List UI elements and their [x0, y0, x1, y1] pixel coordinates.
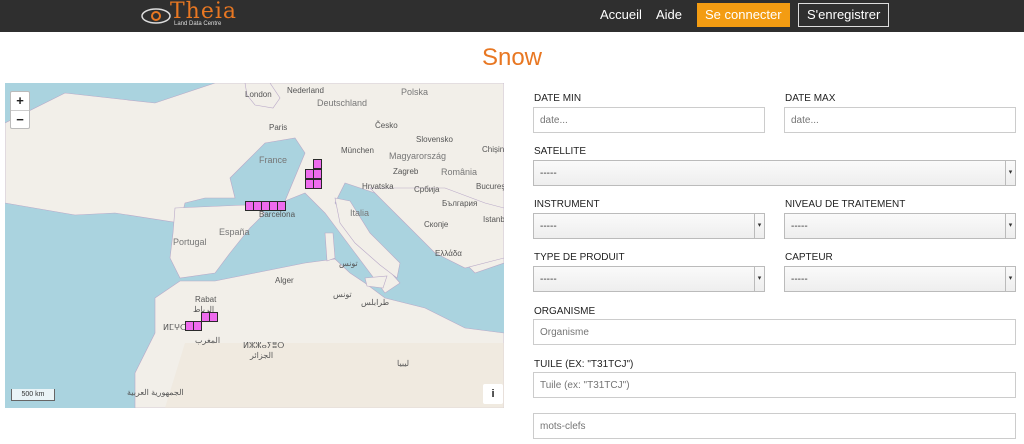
date-max-input[interactable] [784, 107, 1016, 133]
map-label-munchen: München [341, 146, 374, 155]
register-button[interactable]: S'enregistrer [798, 3, 890, 27]
map-label-alger: Alger [275, 276, 294, 285]
map-tile[interactable] [277, 201, 286, 211]
map-label-romania: România [441, 167, 478, 177]
organisme-input[interactable] [533, 319, 1016, 345]
tuile-input[interactable] [533, 372, 1016, 398]
map-label-barcelona: Barcelona [259, 210, 296, 219]
type-produit-value: ----- [540, 274, 557, 285]
map-tile[interactable] [193, 321, 202, 331]
map-info-button[interactable]: i [483, 384, 503, 404]
map-label-rabat: Rabat [195, 295, 217, 304]
organisme-label: ORGANISME [534, 306, 596, 317]
page-title: Snow [481, 44, 543, 71]
satellite-select[interactable]: ----- ▾ [533, 160, 1016, 186]
map-tile[interactable] [313, 179, 322, 189]
niveau-select[interactable]: ----- ▾ [784, 213, 1016, 239]
zoom-in-button[interactable]: + [11, 92, 29, 110]
tuile-label: TUILE (EX: "T31TCJ") [534, 359, 634, 370]
map-label-cesko: Česko [375, 121, 398, 130]
zoom-control: + − [10, 91, 30, 129]
satellite-label: SATELLITE [534, 146, 587, 157]
top-navbar: Theia Land Data Centre Accueil Aide Se c… [0, 0, 1024, 32]
chevron-down-icon: ▾ [754, 267, 764, 291]
type-produit-label: TYPE DE PRODUIT [534, 252, 625, 263]
map-label-srbija: Србија [414, 185, 440, 194]
capteur-label: CAPTEUR [785, 252, 833, 263]
map-label-algeria-ar: الجزائر [250, 351, 274, 360]
map-label-zagreb: Zagreb [393, 167, 419, 176]
instrument-select[interactable]: ----- ▾ [533, 213, 765, 239]
map-label-polska: Polska [401, 87, 429, 97]
chevron-down-icon: ▾ [1005, 267, 1015, 291]
map-label-ellada: Ελλάδα [435, 249, 462, 258]
map-label-skopje: Скопје [424, 220, 449, 229]
map-label-paris: Paris [269, 123, 288, 132]
map-label-libya: ليبيا [397, 359, 410, 368]
map-label-almaghrib: المغرب [195, 336, 221, 345]
mots-clefs-input[interactable] [533, 413, 1016, 439]
zoom-out-button[interactable]: − [11, 110, 29, 128]
map-label-slovensko: Slovensko [416, 135, 453, 144]
chevron-down-icon: ▾ [1005, 214, 1015, 238]
chevron-down-icon: ▾ [1005, 161, 1015, 185]
date-min-label: DATE MIN [534, 93, 582, 104]
map-label-london: London [245, 90, 272, 99]
map-label-magyarorszag: Magyarország [389, 151, 447, 161]
map-label-tarabulus: طرابلس [361, 298, 390, 307]
date-max-label: DATE MAX [785, 93, 836, 104]
niveau-label: NIVEAU DE TRAITEMENT [785, 199, 906, 210]
type-produit-select[interactable]: ----- ▾ [533, 266, 765, 292]
map-label-sahara: الجمهورية العربية [127, 388, 184, 397]
map-label-nederland: Nederland [287, 86, 324, 95]
eye-logo-icon [141, 8, 171, 24]
map-view[interactable]: Nederland London Polska Deutschland Česk… [5, 83, 504, 408]
map-tile[interactable] [209, 312, 218, 322]
map-tile[interactable] [313, 159, 322, 169]
instrument-value: ----- [540, 221, 557, 232]
instrument-label: INSTRUMENT [534, 199, 600, 210]
connect-button[interactable]: Se connecter [697, 3, 790, 27]
theia-logo[interactable]: Theia Land Data Centre [140, 0, 240, 30]
map-label-chisinau: Chișinău [482, 145, 504, 154]
niveau-value: ----- [791, 221, 808, 232]
date-min-input[interactable] [533, 107, 765, 133]
map-label-istanbul: Istanbul [483, 215, 504, 224]
map-label-algeria-tif: ⵍⵣⵣⴰⵢⴻⵔ [243, 341, 285, 350]
map-label-tunis2: تونس [333, 290, 352, 299]
map-label-france: France [259, 155, 288, 165]
satellite-value: ----- [540, 168, 557, 179]
nav-aide[interactable]: Aide [656, 7, 682, 22]
map-label-italia: Italia [350, 208, 370, 218]
nav-accueil[interactable]: Accueil [600, 7, 642, 22]
map-tile[interactable] [313, 169, 322, 179]
map-label-bulgaria: България [442, 199, 478, 208]
chevron-down-icon: ▾ [754, 214, 764, 238]
capteur-select[interactable]: ----- ▾ [784, 266, 1016, 292]
map-label-portugal: Portugal [173, 237, 207, 247]
capteur-value: ----- [791, 274, 808, 285]
map-scale-bar: 500 km [11, 389, 55, 401]
map-label-tunis: تونس [339, 259, 358, 268]
map-label-deutschland: Deutschland [317, 98, 368, 108]
map-label-hrvatska: Hrvatska [362, 182, 394, 191]
logo-subtitle: Land Data Centre [174, 21, 222, 27]
map-label-bucuresti: Bucureşti [476, 182, 504, 191]
map-label-espana: España [219, 227, 250, 237]
